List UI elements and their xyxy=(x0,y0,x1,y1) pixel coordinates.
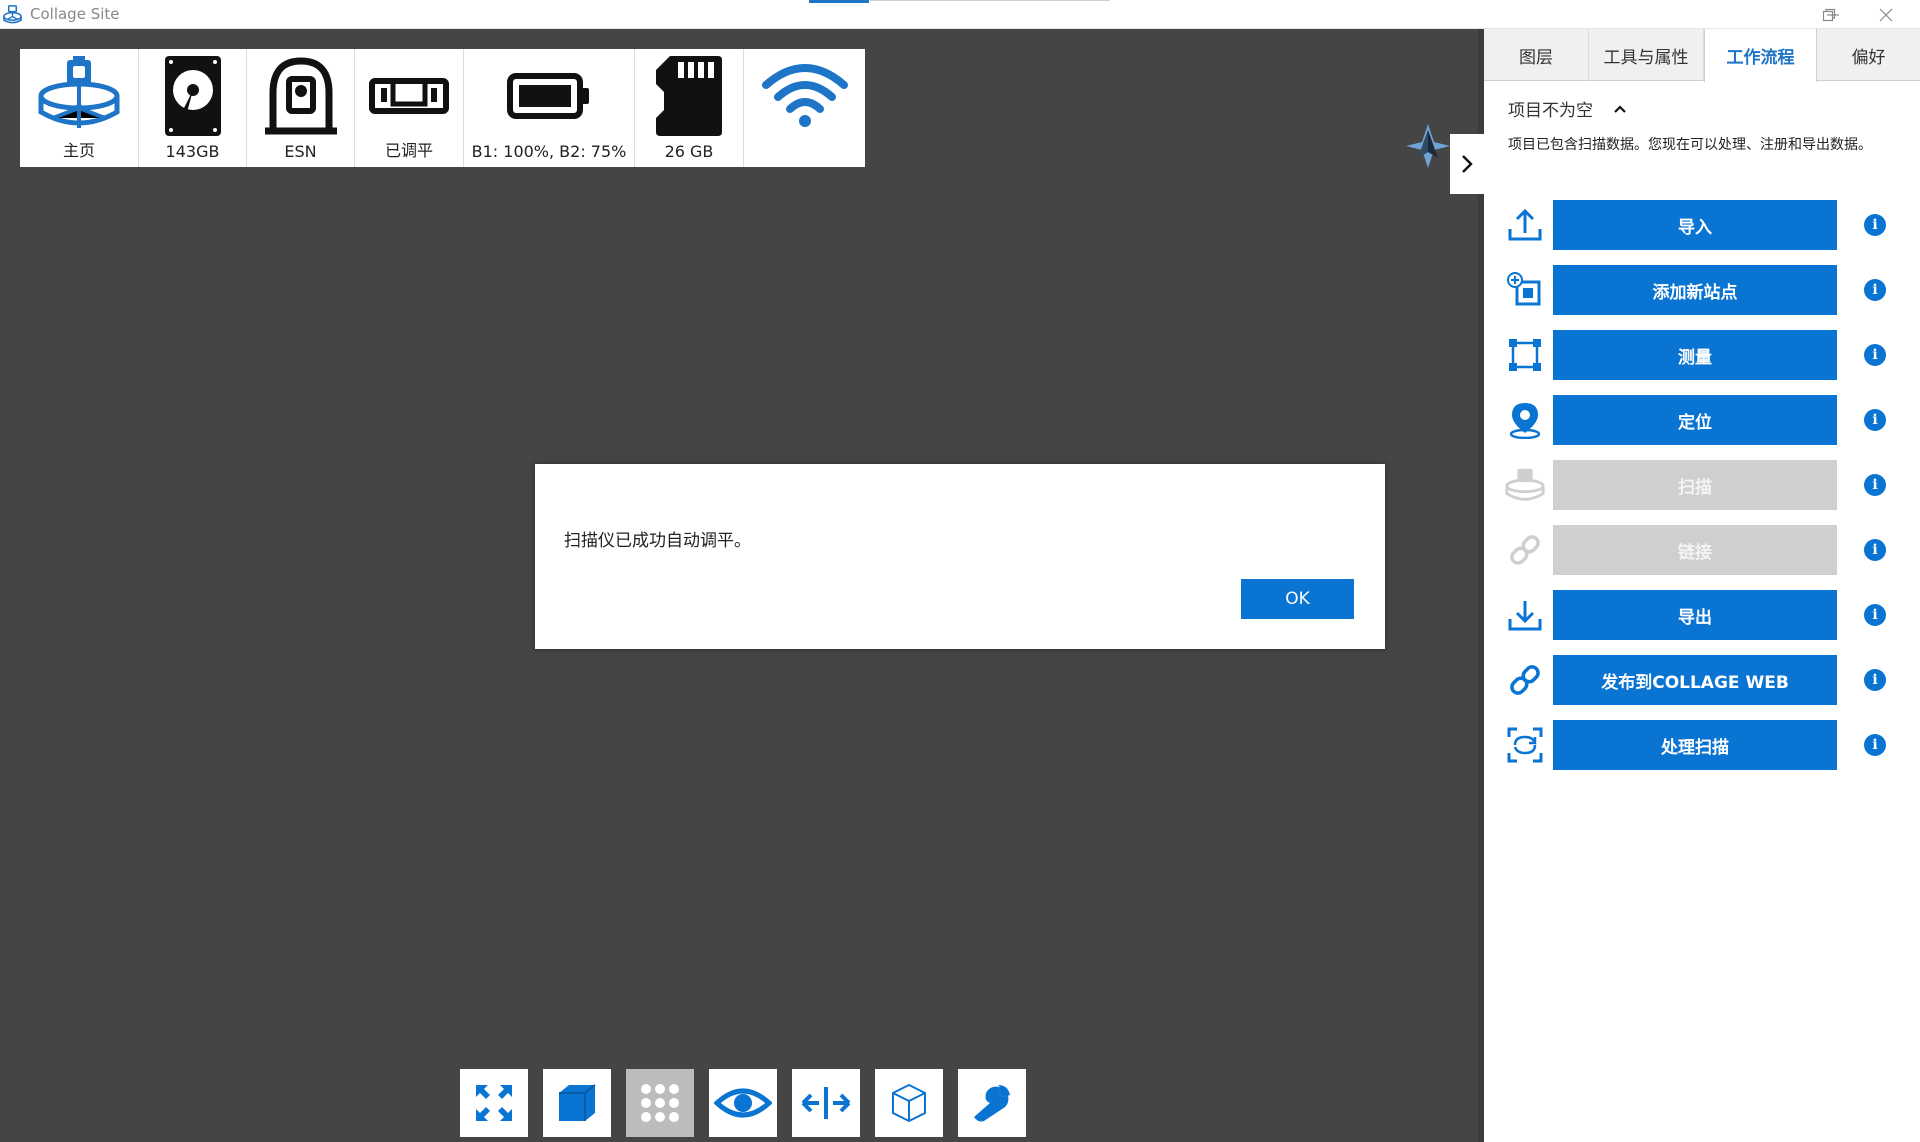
tab-workflow[interactable]: 工作流程 xyxy=(1704,29,1817,82)
wireframe-cube-icon xyxy=(892,1083,926,1123)
status-label: 主页 xyxy=(62,141,95,160)
panel-tabs: 图层 工具与属性 工作流程 偏好 xyxy=(1484,29,1920,82)
status-home[interactable]: 主页 xyxy=(20,49,139,167)
wifi-icon xyxy=(761,64,848,127)
workflow-row-link: 链接 i xyxy=(1484,525,1920,575)
status-label: 26 GB xyxy=(664,142,714,161)
process-scan-button[interactable]: 处理扫描 xyxy=(1553,720,1837,770)
measure-icon xyxy=(1504,334,1546,376)
workflow-row-scan: 扫描 i xyxy=(1484,460,1920,510)
workflow-row-locate: 定位 i xyxy=(1484,395,1920,445)
visibility-button[interactable] xyxy=(709,1069,777,1137)
view-toolbar xyxy=(460,1069,1026,1137)
3d-view-button[interactable] xyxy=(543,1069,611,1137)
status-battery[interactable]: B1: 100%, B2: 75% xyxy=(464,49,635,167)
status-wifi[interactable] xyxy=(744,49,865,167)
tab-layers[interactable]: 图层 xyxy=(1484,29,1589,81)
info-icon[interactable]: i xyxy=(1864,409,1886,431)
restore-button[interactable] xyxy=(1801,0,1857,29)
panel-toggle-button[interactable] xyxy=(1450,134,1484,194)
section-header[interactable]: 项目不为空 xyxy=(1508,96,1627,121)
3d-view-icon xyxy=(559,1084,596,1121)
scan-button[interactable]: 扫描 xyxy=(1553,460,1837,510)
process-scan-icon xyxy=(1504,724,1546,766)
info-icon[interactable]: i xyxy=(1864,214,1886,236)
dialog-message: 扫描仪已成功自动调平。 xyxy=(564,531,751,551)
publish-icon xyxy=(1504,659,1546,701)
status-label: 143GB xyxy=(165,142,220,161)
workflow-row-measure: 测量 i xyxy=(1484,330,1920,380)
fit-view-button[interactable] xyxy=(460,1069,528,1137)
hard-drive-icon xyxy=(164,56,221,136)
info-icon[interactable]: i xyxy=(1864,279,1886,301)
close-icon xyxy=(1879,8,1893,21)
chevron-right-icon xyxy=(1462,155,1473,173)
title-tab-indicator xyxy=(809,0,869,3)
info-icon[interactable]: i xyxy=(1864,344,1886,366)
info-icon[interactable]: i xyxy=(1864,539,1886,561)
split-view-button[interactable] xyxy=(792,1069,860,1137)
export-icon xyxy=(1504,594,1546,636)
workflow-row-export: 导出 i xyxy=(1484,590,1920,640)
title-bar: Collage Site xyxy=(0,0,1920,29)
workflow-panel: 图层 工具与属性 工作流程 偏好 项目不为空 项目已包含扫描数据。您现在可以处理… xyxy=(1484,29,1920,1142)
tab-preferences[interactable]: 偏好 xyxy=(1817,29,1920,81)
workflow-row-process-scan: 处理扫描 i xyxy=(1484,720,1920,770)
settings-tools-button[interactable] xyxy=(958,1069,1026,1137)
scanner-esn-icon xyxy=(264,57,337,135)
close-button[interactable] xyxy=(1858,0,1914,29)
import-button[interactable]: 导入 xyxy=(1553,200,1837,250)
battery-icon xyxy=(507,73,589,119)
info-icon[interactable]: i xyxy=(1864,474,1886,496)
link-button[interactable]: 链接 xyxy=(1553,525,1837,575)
section-title: 项目不为空 xyxy=(1508,101,1593,121)
status-level[interactable]: 已调平 xyxy=(355,49,464,167)
scanner-home-icon xyxy=(38,56,120,128)
points-grid-icon xyxy=(641,1084,679,1122)
eye-icon xyxy=(714,1088,772,1118)
publish-button[interactable]: 发布到COLLAGE WEB xyxy=(1553,655,1837,705)
app-logo-icon xyxy=(3,5,22,24)
status-sd-card[interactable]: 26 GB xyxy=(635,49,744,167)
status-esn[interactable]: ESN xyxy=(247,49,355,167)
points-grid-button[interactable] xyxy=(626,1069,694,1137)
info-icon[interactable]: i xyxy=(1864,734,1886,756)
status-storage[interactable]: 143GB xyxy=(139,49,247,167)
link-icon xyxy=(1504,529,1546,571)
title-tab-line xyxy=(870,0,1110,1)
locate-button[interactable]: 定位 xyxy=(1553,395,1837,445)
status-label: 已调平 xyxy=(384,141,433,160)
fit-view-icon xyxy=(476,1085,512,1121)
ok-button[interactable]: OK xyxy=(1241,579,1354,619)
message-dialog: 扫描仪已成功自动调平。 OK xyxy=(535,464,1385,649)
wrench-icon xyxy=(974,1085,1010,1122)
chevron-up-icon xyxy=(1614,104,1626,113)
workflow-row-add-station: 添加新站点 i xyxy=(1484,265,1920,315)
import-icon xyxy=(1504,204,1546,246)
locate-icon xyxy=(1504,399,1546,441)
info-icon[interactable]: i xyxy=(1864,669,1886,691)
scanner-status-bar: 主页 143GB ESN 已调平 B1: 100%, B2: 75% 26 GB xyxy=(20,49,865,167)
scan-icon xyxy=(1504,464,1546,506)
tab-tools-properties[interactable]: 工具与属性 xyxy=(1589,29,1704,81)
app-window: Collage Site 主页 143GB ESN 已调平 B1: 100%, … xyxy=(0,0,1920,1142)
status-label: ESN xyxy=(284,142,317,161)
split-view-icon xyxy=(801,1087,851,1119)
restore-icon xyxy=(1822,8,1836,21)
status-label: B1: 100%, B2: 75% xyxy=(471,142,627,161)
workflow-row-publish: 发布到COLLAGE WEB i xyxy=(1484,655,1920,705)
add-station-icon xyxy=(1504,269,1546,311)
section-description: 项目已包含扫描数据。您现在可以处理、注册和导出数据。 xyxy=(1508,137,1872,153)
wireframe-cube-button[interactable] xyxy=(875,1069,943,1137)
export-button[interactable]: 导出 xyxy=(1553,590,1837,640)
sd-card-icon xyxy=(656,56,722,136)
add-station-button[interactable]: 添加新站点 xyxy=(1553,265,1837,315)
info-icon[interactable]: i xyxy=(1864,604,1886,626)
level-icon xyxy=(369,78,449,114)
measure-button[interactable]: 测量 xyxy=(1553,330,1837,380)
compass-icon[interactable] xyxy=(1404,122,1452,170)
window-title: Collage Site xyxy=(30,5,120,23)
workflow-row-import: 导入 i xyxy=(1484,200,1920,250)
